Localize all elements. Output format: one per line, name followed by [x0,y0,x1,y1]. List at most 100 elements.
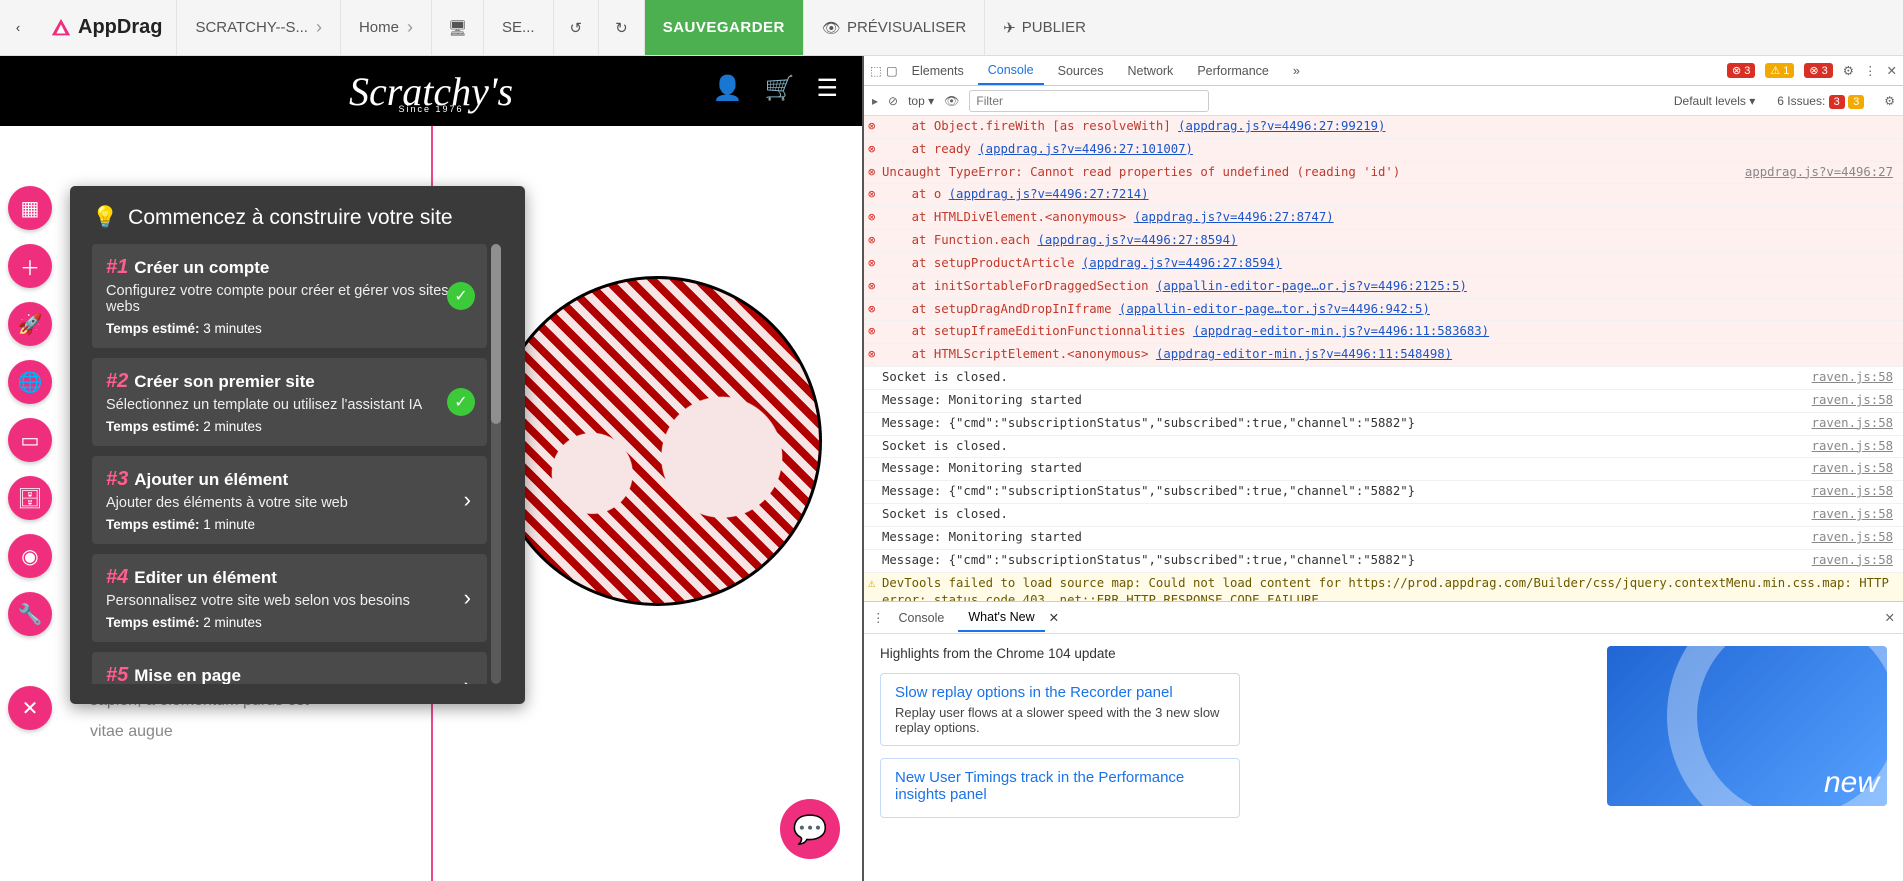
devtools-drawer: ⋮ Console What's New ✕ ✕ Highlights from… [864,601,1903,881]
console-row[interactable]: at HTMLDivElement.<anonymous> (appdrag.j… [864,207,1903,230]
builder-topbar: ‹ AppDrag SCRATCHY--S... Home 🖥 SE... ↺ … [0,0,1903,56]
levels-select[interactable]: Default levels ▾ [1674,94,1755,108]
source-link[interactable]: raven.js:58 [1800,529,1893,547]
back-button[interactable]: ‹ [0,0,36,55]
onboarding-step-3[interactable]: #3Ajouter un élémentAjouter des éléments… [92,456,487,544]
warn-count-badge[interactable]: ⚠ 1 [1765,63,1794,78]
cart-icon[interactable]: 🛒 [765,74,795,103]
whatsnew-card-1[interactable]: New User Timings track in the Performanc… [880,758,1240,818]
appdrag-logo[interactable]: AppDrag [36,0,176,55]
console-output[interactable]: at Object.fireWith [as resolveWith] (app… [864,116,1903,601]
globe-icon[interactable]: 🌐 [8,360,52,404]
context-select[interactable]: top ▾ [908,94,934,108]
console-row[interactable]: at HTMLScriptElement.<anonymous> (appdra… [864,344,1903,367]
onboarding-step-4[interactable]: #4Editer un élémentPersonnalisez votre s… [92,554,487,642]
source-link[interactable]: raven.js:58 [1800,415,1893,433]
tab-elements[interactable]: Elements [902,58,974,84]
console-row[interactable]: at setupProductArticle (appdrag.js?v=449… [864,253,1903,276]
device-desktop-button[interactable]: 🖥 [431,0,483,55]
console-row[interactable]: DevTools failed to load source map: Coul… [864,573,1903,601]
steps-scrollbar-thumb[interactable] [491,244,501,424]
save-button[interactable]: SAUVEGARDER [644,0,803,55]
whatsnew-card-0[interactable]: Slow replay options in the Recorder pane… [880,673,1240,746]
project-crumb[interactable]: SCRATCHY--S... [176,0,340,55]
source-link[interactable]: raven.js:58 [1800,392,1893,410]
console-row[interactable]: Message: {"cmd":"subscriptionStatus","su… [864,481,1903,504]
console-row[interactable]: at Object.fireWith [as resolveWith] (app… [864,116,1903,139]
tab-more[interactable]: » [1283,58,1310,84]
whatsnew-highlights: Highlights from the Chrome 104 update [880,646,1587,661]
inspect-icon[interactable]: ⬚ [870,63,882,78]
preview-button[interactable]: 👁 PRÉVISUALISER [803,0,984,55]
source-link[interactable]: raven.js:58 [1800,552,1893,570]
onboarding-step-1[interactable]: #1Créer un compteConfigurez votre compte… [92,244,487,348]
rocket-icon[interactable]: 🚀 [8,302,52,346]
console-row[interactable]: Message: Monitoring startedraven.js:58 [864,390,1903,413]
wrench-icon[interactable]: 🔧 [8,592,52,636]
error-count-badge-2[interactable]: ⊗ 3 [1804,63,1832,78]
chevron-right-icon: › [464,673,471,685]
redo-button[interactable]: ↻ [598,0,644,55]
settings-icon[interactable]: ⚙ [1843,63,1854,78]
source-link[interactable]: raven.js:58 [1800,369,1893,387]
tab-sources[interactable]: Sources [1048,58,1114,84]
undo-button[interactable]: ↺ [553,0,599,55]
console-row[interactable]: at o (appdrag.js?v=4496:27:7214) [864,184,1903,207]
database-icon[interactable]: 🗄 [8,476,52,520]
console-row[interactable]: Socket is closed.raven.js:58 [864,436,1903,459]
grid-icon[interactable]: ▦ [8,186,52,230]
tab-performance[interactable]: Performance [1187,58,1279,84]
drawer-close-icon[interactable]: ✕ [1885,610,1895,625]
console-row[interactable]: Socket is closed.raven.js:58 [864,367,1903,390]
tab-console[interactable]: Console [978,57,1044,85]
console-row[interactable]: at ready (appdrag.js?v=4496:27:101007) [864,139,1903,162]
source-link[interactable]: raven.js:58 [1800,460,1893,478]
chat-fab[interactable]: 💬 [780,799,840,859]
console-row[interactable]: Socket is closed.raven.js:58 [864,504,1903,527]
source-link[interactable]: raven.js:58 [1800,438,1893,456]
console-row[interactable]: Message: {"cmd":"subscriptionStatus","su… [864,550,1903,573]
home-crumb[interactable]: Home [340,0,431,55]
source-link[interactable]: raven.js:58 [1800,506,1893,524]
console-row[interactable]: Uncaught TypeError: Cannot read properti… [864,162,1903,185]
hamburger-icon[interactable]: ☰ [816,74,838,103]
error-count-badge[interactable]: ⊗ 3 [1727,63,1755,78]
tab-network[interactable]: Network [1117,58,1183,84]
chevron-right-icon: › [464,487,471,513]
issues-label[interactable]: 6 Issues: 3 3 [1777,94,1864,108]
kebab-icon[interactable]: ⋮ [1864,63,1877,78]
console-row[interactable]: Message: Monitoring startedraven.js:58 [864,458,1903,481]
onboarding-step-5[interactable]: #5Mise en pageApprenez à déplacer des él… [92,652,487,684]
account-icon[interactable]: 👤 [713,74,743,103]
console-row[interactable]: at initSortableForDraggedSection (appall… [864,276,1903,299]
plus-icon[interactable]: ＋ [8,244,52,288]
console-row[interactable]: at setupIframeEditionFunctionnalities (a… [864,321,1903,344]
drawer-tab-console[interactable]: Console [889,605,955,631]
drawer-tab-whatsnew[interactable]: What's New [958,604,1044,632]
console-row[interactable]: Message: Monitoring startedraven.js:58 [864,527,1903,550]
clear-console-icon[interactable]: ⊘ [888,94,898,108]
console-sidebar-icon[interactable]: ▸ [872,94,878,108]
devtools-close-icon[interactable]: ✕ [1887,63,1897,78]
drawer-tab-close-icon[interactable]: ✕ [1049,610,1059,625]
whatsnew-video-thumb[interactable]: new [1607,646,1887,806]
brand-text: AppDrag [78,16,162,39]
drawer-kebab-icon[interactable]: ⋮ [872,610,885,625]
browser-icon[interactable]: ▭ [8,418,52,462]
console-row[interactable]: Message: {"cmd":"subscriptionStatus","su… [864,413,1903,436]
onboarding-step-2[interactable]: #2Créer son premier siteSélectionnez un … [92,358,487,446]
publish-button[interactable]: ✈ PUBLIER [984,0,1104,55]
hero-circle-image [492,276,822,606]
source-link[interactable]: appdrag.js?v=4496:27 [1733,164,1893,182]
console-settings-icon[interactable]: ⚙ [1884,94,1895,108]
device-toggle-icon[interactable]: ▢ [886,63,898,78]
console-row[interactable]: at setupDragAndDropInIframe (appallin-ed… [864,299,1903,322]
source-link[interactable]: raven.js:58 [1800,483,1893,501]
site-header: Scratchy's Since 1976 👤 🛒 ☰ [0,56,862,126]
console-row[interactable]: at Function.each (appdrag.js?v=4496:27:8… [864,230,1903,253]
toggle-icon[interactable]: ◉ [8,534,52,578]
console-filter-input[interactable] [969,90,1209,112]
live-expression-icon[interactable]: 👁 [944,94,959,108]
seo-button[interactable]: SE... [483,0,553,55]
close-rail-button[interactable]: ✕ [8,686,52,730]
